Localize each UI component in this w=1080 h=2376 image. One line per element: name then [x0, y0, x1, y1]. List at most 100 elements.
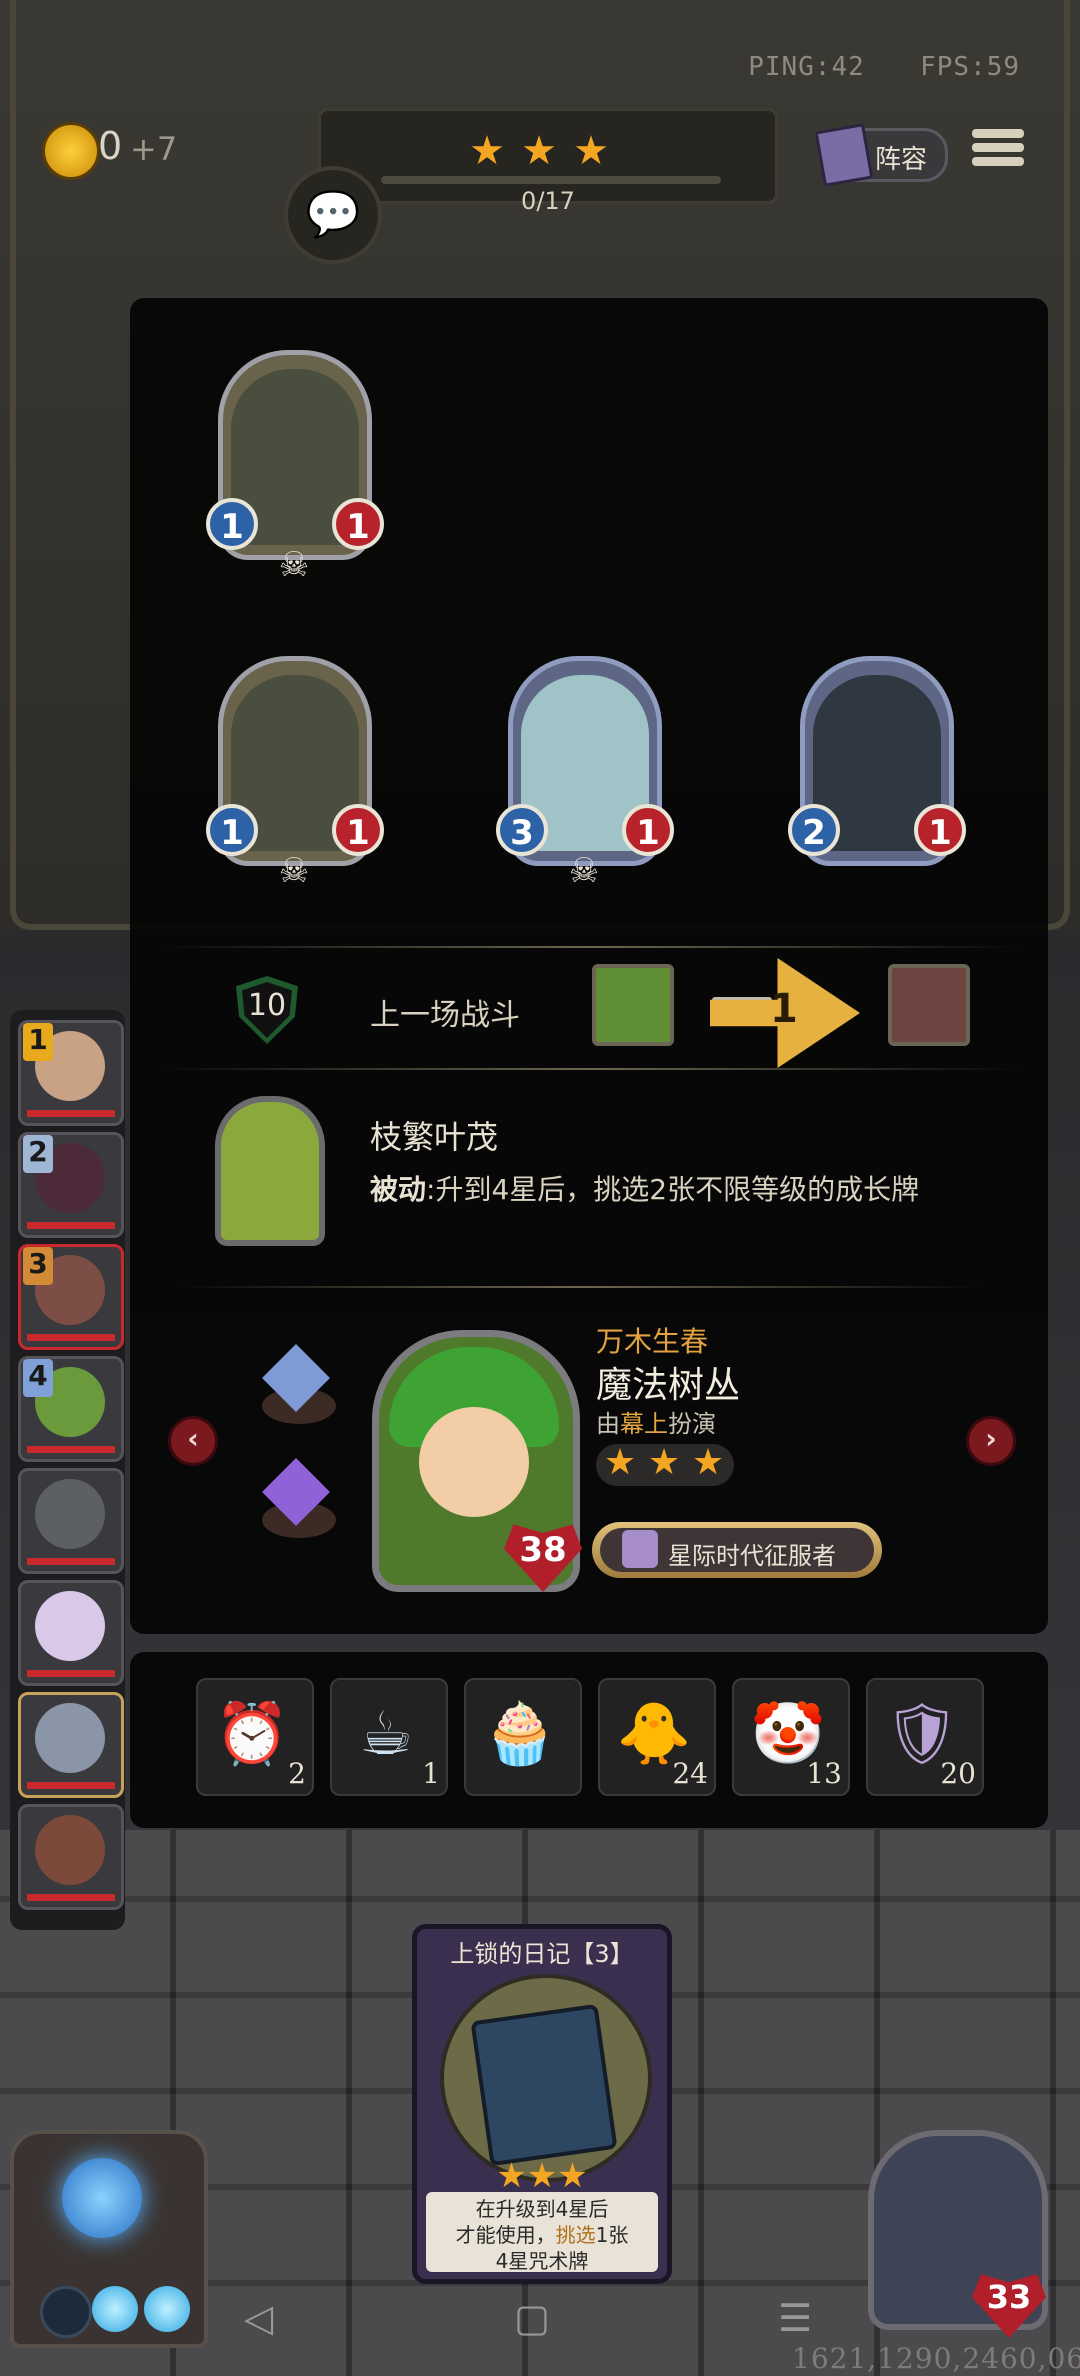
- star-icon: ★: [521, 128, 557, 174]
- minion-card[interactable]: 1 1 ☠: [206, 350, 384, 584]
- section-divider: [160, 1068, 1020, 1070]
- rank-badge: 2: [23, 1135, 53, 1173]
- menu-button[interactable]: [972, 124, 1024, 176]
- hero-avatar: [35, 1479, 105, 1549]
- hero-health-bar: [27, 1894, 115, 1901]
- lineup-label: 阵容: [875, 145, 928, 175]
- my-hero-thumbnail: [592, 964, 674, 1046]
- hero-name: 魔法树丛: [596, 1365, 741, 1406]
- item-slot[interactable]: 🐥 24: [598, 1678, 716, 1796]
- damage-dealt: 1: [770, 986, 798, 1032]
- menu-bar: [972, 143, 1024, 152]
- item-count: 20: [940, 1757, 976, 1790]
- star-icon: ★: [603, 1442, 637, 1483]
- ability-prefix: 被动: [370, 1173, 427, 1206]
- hero-health-bar: [27, 1110, 115, 1117]
- item-count: 24: [672, 1757, 708, 1790]
- spell-card-description: 在升级到4星后 才能使用，挑选1张 4星咒术牌: [426, 2192, 658, 2273]
- desc-line-2-hl: 挑选: [555, 2223, 596, 2247]
- hero-avatar: [35, 1703, 105, 1773]
- item-count: 1: [422, 1757, 440, 1790]
- hero-face: [419, 1407, 529, 1517]
- menu-bar: [972, 129, 1024, 138]
- desc-line-1: 在升级到4星后: [475, 2197, 609, 2221]
- item-slot[interactable]: 🤡 13: [732, 1678, 850, 1796]
- star-icon: ★: [691, 1442, 725, 1483]
- item-slot[interactable]: 🛡 20: [866, 1678, 984, 1796]
- by-name: 幕上: [620, 1410, 668, 1438]
- spell-card-stars: ★★★: [496, 2156, 588, 2196]
- skull-icon: ☠: [568, 851, 600, 891]
- chat-button[interactable]: 💬: [284, 166, 382, 264]
- minion-card[interactable]: 1 1 ☠: [206, 656, 384, 890]
- minion-health: 1: [622, 804, 674, 856]
- cupcake-icon: 🧁: [482, 1699, 558, 1769]
- item-count: 2: [288, 1757, 306, 1790]
- item-count: 13: [806, 1757, 842, 1790]
- hero-slot[interactable]: [18, 1468, 124, 1574]
- network-stats: PING:42 FPS:59: [748, 52, 1020, 82]
- minion-attack: 1: [206, 498, 258, 550]
- minion-card[interactable]: 2 1: [788, 656, 966, 886]
- debug-coordinates: 1621,1290,2460,069: [792, 2342, 1080, 2375]
- crystal-ball-icon: [62, 2158, 142, 2238]
- hero-avatar: [35, 1591, 105, 1661]
- minion-attack: 1: [206, 804, 258, 856]
- hero-slot[interactable]: 4: [18, 1356, 124, 1462]
- star-icon: ★: [469, 128, 505, 174]
- last-battle-label: 上一场战斗: [370, 998, 520, 1033]
- desc-line-2-pre: 才能使用，: [455, 2223, 556, 2247]
- desc-line-2-post: 1张: [595, 2223, 629, 2247]
- teacup-icon: ☕: [359, 1699, 413, 1769]
- mana-orb-empty: [40, 2286, 92, 2338]
- minion-attack: 2: [788, 804, 840, 856]
- gold-income: +7: [130, 130, 178, 168]
- hero-slot[interactable]: 1: [18, 1020, 124, 1126]
- ability-description: 被动:升到4星后，挑选2张不限等级的成长牌: [370, 1168, 919, 1208]
- progress-text: 0/17: [521, 187, 575, 215]
- purple-gem-icon: [262, 1458, 336, 1538]
- hero-avatar: [35, 1815, 105, 1885]
- item-slot[interactable]: ☕ 1: [330, 1678, 448, 1796]
- spell-card-title: 上锁的日记【3】: [450, 1940, 634, 1968]
- book-icon: [814, 123, 874, 187]
- by-suffix: 扮演: [668, 1410, 716, 1438]
- fps-readout: FPS:59: [920, 52, 1020, 82]
- opponent-hero-list: 1 2 3 4: [10, 1010, 125, 1930]
- item-slot[interactable]: 🧁: [464, 1678, 582, 1796]
- next-hero-button[interactable]: ›: [966, 1416, 1016, 1466]
- ability-name: 枝繁叶茂: [370, 1118, 499, 1156]
- prev-hero-button[interactable]: ‹: [168, 1416, 218, 1466]
- mana-orb-full: [144, 2286, 190, 2332]
- rank-badge: 4: [23, 1359, 53, 1397]
- back-nav-icon[interactable]: ◁: [244, 2296, 273, 2340]
- home-nav-icon[interactable]: ▢: [514, 2296, 550, 2340]
- desc-line-2: 才能使用，挑选1张: [426, 2222, 658, 2248]
- rank-badge: 1: [23, 1023, 53, 1061]
- star-icon: ★: [573, 128, 609, 174]
- item-slot[interactable]: ⏰ 2: [196, 1678, 314, 1796]
- hero-slot[interactable]: 3: [18, 1244, 124, 1350]
- hero-health-bar: [27, 1222, 115, 1229]
- minion-health: 1: [332, 804, 384, 856]
- minion-health: 1: [914, 804, 966, 856]
- turn-progress-panel: ★ ★ ★ 0/17: [318, 108, 778, 215]
- progress-bar: [381, 176, 721, 184]
- blue-gem-icon: [262, 1344, 336, 1424]
- hero-slot[interactable]: [18, 1580, 124, 1686]
- minion-card[interactable]: 3 1 ☠: [496, 656, 674, 890]
- hero-slot[interactable]: [18, 1804, 124, 1910]
- player-health: 33: [986, 2278, 1032, 2316]
- section-divider: [180, 1286, 980, 1288]
- gold-coin-icon: [42, 122, 100, 180]
- hero-slot-self[interactable]: [18, 1692, 124, 1798]
- hero-slot[interactable]: 2: [18, 1132, 124, 1238]
- hero-health-bar: [27, 1334, 115, 1341]
- chat-bubble-icon: 💬: [305, 189, 361, 240]
- opponent-hero-thumbnail: [888, 964, 970, 1046]
- recents-nav-icon[interactable]: ☰: [778, 2296, 812, 2340]
- gold-count: 0: [98, 124, 123, 168]
- lineup-button[interactable]: 阵容: [814, 123, 948, 187]
- hero-health-bar: [27, 1782, 115, 1789]
- alarm-clock-icon: ⏰: [214, 1699, 290, 1769]
